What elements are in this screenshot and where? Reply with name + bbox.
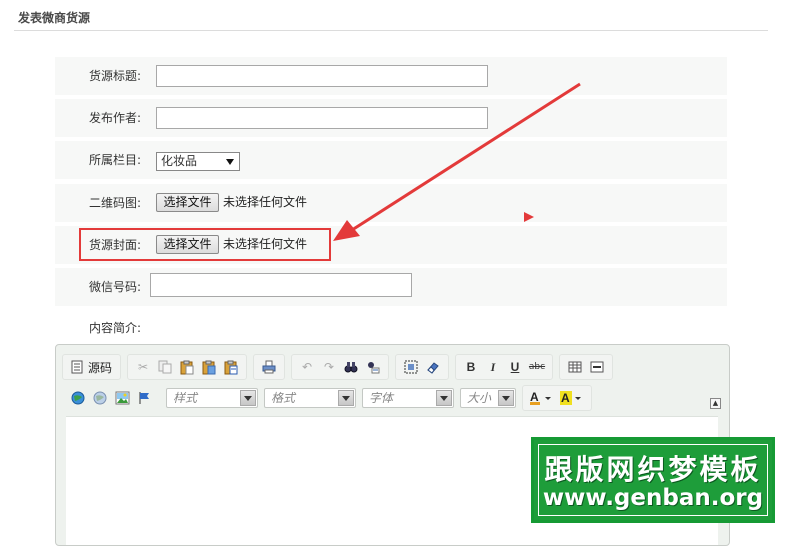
triangle-up-icon: ▲ (712, 399, 719, 407)
replace-button[interactable] (362, 357, 384, 377)
watermark-url: www.genban.org (542, 485, 764, 511)
format-combo-label: 格式 (271, 391, 296, 405)
undo-button[interactable]: ↶ (296, 357, 318, 377)
toolbar-group-clipboard: ✂ (127, 354, 248, 380)
toolbar-group-insert (559, 354, 614, 380)
replace-icon (368, 362, 380, 374)
small-arrow-marker (524, 212, 534, 222)
paste-text-button[interactable] (198, 357, 220, 377)
chevron-down-icon (436, 390, 452, 406)
toolbar-group-text-style: B I U abc (455, 354, 554, 380)
anchor-button[interactable] (133, 388, 155, 408)
horizontal-rule-icon (590, 361, 604, 373)
globe-link-icon (71, 391, 85, 405)
watermark-title: 跟版网织梦模板 (544, 453, 762, 486)
clipboard-icon (180, 360, 194, 374)
font-combo[interactable]: 字体 (362, 388, 454, 408)
copy-icon (158, 360, 172, 374)
arrow-shaft (351, 82, 581, 232)
source-label: 源码 (88, 360, 113, 375)
background-color-icon: A (560, 391, 581, 405)
printer-icon (262, 360, 276, 374)
print-button[interactable] (258, 357, 280, 377)
background-color-button[interactable]: A (557, 388, 587, 408)
copy-button[interactable] (154, 357, 176, 377)
style-combo[interactable]: 样式 (166, 388, 258, 408)
cut-button[interactable]: ✂ (132, 357, 154, 377)
select-all-icon (404, 360, 418, 374)
toolbar-group-select (395, 354, 450, 380)
paste-word-icon (224, 360, 238, 374)
paste-text-icon (202, 360, 216, 374)
image-button[interactable] (111, 388, 133, 408)
undo-icon: ↶ (301, 360, 313, 374)
chevron-down-icon (240, 390, 256, 406)
select-all-button[interactable] (400, 357, 422, 377)
binoculars-icon (344, 362, 358, 373)
source-button[interactable]: 源码 (67, 357, 116, 377)
scissors-icon: ✂ (137, 360, 149, 374)
size-combo-label: 大小 (467, 391, 492, 405)
chevron-down-icon (498, 390, 514, 406)
paste-word-button[interactable] (220, 357, 242, 377)
document-icon (71, 360, 83, 374)
strike-button[interactable]: abc (526, 357, 548, 377)
format-combo[interactable]: 格式 (264, 388, 356, 408)
text-color-button[interactable]: A (527, 388, 557, 408)
bold-button[interactable]: B (460, 357, 482, 377)
font-combo-label: 字体 (369, 391, 394, 405)
arrow-head (333, 220, 360, 241)
redo-button[interactable]: ↷ (318, 357, 340, 377)
link-button[interactable] (67, 388, 89, 408)
style-combo-label: 样式 (173, 391, 198, 405)
table-button[interactable] (564, 357, 586, 377)
globe-unlink-icon (93, 391, 107, 405)
collapse-toolbar-button[interactable]: ▲ (710, 398, 721, 409)
toolbar-group-links (62, 385, 160, 411)
redo-icon: ↷ (323, 360, 335, 374)
paste-button[interactable] (176, 357, 198, 377)
italic-button[interactable]: I (482, 357, 504, 377)
toolbar-group-source: 源码 (62, 354, 122, 380)
editor-toolbar-row-2: 样式 格式 字体 大小 A A (62, 385, 598, 411)
watermark-logo: 跟版网织梦模板 www.genban.org (531, 437, 775, 523)
unlink-button[interactable] (89, 388, 111, 408)
horizontal-rule-button[interactable] (586, 357, 608, 377)
text-color-icon: A (530, 390, 551, 405)
svg-text:A: A (561, 391, 570, 405)
size-combo[interactable]: 大小 (460, 388, 516, 408)
remove-format-button[interactable] (422, 357, 444, 377)
svg-text:A: A (530, 390, 539, 404)
toolbar-group-history: ↶ ↷ (291, 354, 390, 380)
toolbar-group-print (253, 354, 286, 380)
table-icon (568, 361, 582, 373)
chevron-down-icon (338, 390, 354, 406)
eraser-icon (427, 362, 439, 374)
find-button[interactable] (340, 357, 362, 377)
image-icon (115, 391, 129, 405)
underline-button[interactable]: U (504, 357, 526, 377)
flag-icon (139, 392, 149, 404)
watermark-frame: 跟版网织梦模板 www.genban.org (538, 444, 768, 516)
editor-toolbar-row-1: 源码 ✂ ↶ ↷ B I U abc (62, 354, 619, 380)
toolbar-group-colors: A A (522, 385, 592, 411)
